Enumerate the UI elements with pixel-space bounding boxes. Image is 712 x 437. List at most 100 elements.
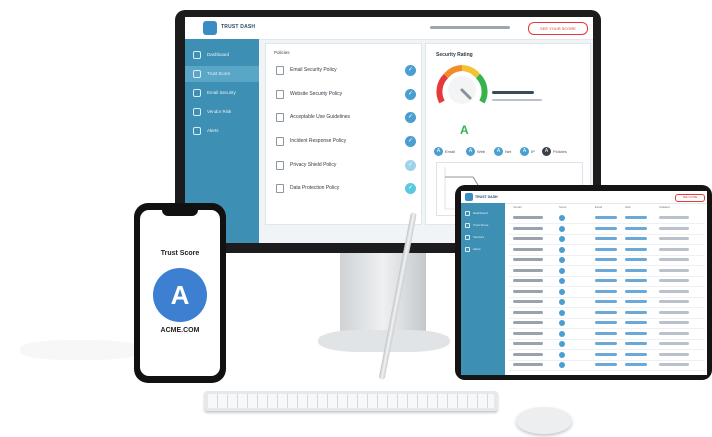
cell-value xyxy=(625,247,647,251)
cell-value xyxy=(659,226,689,230)
check-icon: ✓ xyxy=(405,183,416,194)
table-row[interactable] xyxy=(509,224,705,235)
policy-row[interactable]: Website Security Policy ✓ xyxy=(276,88,416,102)
score-icon xyxy=(559,341,565,347)
table-row[interactable] xyxy=(509,287,705,298)
cell-value xyxy=(595,226,617,230)
shield-icon xyxy=(193,70,201,78)
cell-value xyxy=(595,289,617,293)
see-score-button[interactable]: SEE YOUR SCORE xyxy=(528,22,588,35)
score-icon xyxy=(559,320,565,326)
score-icon xyxy=(559,351,565,358)
grade-badge: A xyxy=(542,147,551,156)
sidebar-item-label: Email Security xyxy=(207,90,236,95)
phone-grade-badge[interactable]: A xyxy=(153,268,207,322)
logo-icon xyxy=(203,21,217,35)
check-icon: ✓ xyxy=(405,112,416,123)
document-icon xyxy=(276,90,284,99)
policy-label: Acceptable Use Guidelines xyxy=(290,114,351,120)
building-icon xyxy=(193,108,201,116)
policies-card: Policies Email Security Policy ✓ Website … xyxy=(265,43,422,225)
sidebar-item-vendor-risk[interactable]: Vendor Risk xyxy=(185,104,259,120)
tablet-sidebar-item-vendors[interactable]: Vendors xyxy=(461,233,505,242)
document-icon xyxy=(276,161,284,170)
cell-value xyxy=(513,247,543,251)
policy-row[interactable]: Data Protection Policy ✓ xyxy=(276,182,416,196)
score-icon xyxy=(559,267,565,274)
tablet-sidebar: Dashboard Trust Score Vendors Alerts xyxy=(461,203,505,375)
table-row[interactable] xyxy=(509,255,705,266)
policy-row[interactable]: Incident Response Policy ✓ xyxy=(276,135,416,149)
policy-row[interactable]: Privacy Shield Policy ✓ xyxy=(276,159,416,173)
cell-value xyxy=(595,321,617,324)
cell-value xyxy=(595,216,617,219)
table-row[interactable] xyxy=(509,360,705,371)
policy-label: Website Security Policy xyxy=(290,91,343,97)
cell-value xyxy=(513,352,543,356)
tablet-score-button[interactable]: SEE SCORE xyxy=(675,194,705,202)
table-row[interactable] xyxy=(509,329,705,340)
policy-label: Data Protection Policy xyxy=(290,185,340,191)
sidebar-item-label: Dashboard xyxy=(207,52,230,57)
bell-icon xyxy=(465,247,470,252)
policy-row[interactable]: Email Security Policy ✓ xyxy=(276,64,416,78)
table-row[interactable] xyxy=(509,245,705,256)
sidebar-item-dashboard[interactable]: Dashboard xyxy=(185,47,259,63)
policy-label: Email Security Policy xyxy=(290,67,337,73)
policy-row[interactable]: Acceptable Use Guidelines ✓ xyxy=(276,111,416,125)
score-icon xyxy=(559,330,565,337)
rating-gauge xyxy=(436,65,488,104)
score-icon xyxy=(559,225,565,232)
check-icon: ✓ xyxy=(405,136,416,147)
tablet-sidebar-item-trust-score[interactable]: Trust Score xyxy=(461,221,505,230)
cell-value xyxy=(513,310,543,314)
phone-screen: Trust Score A ACME.COM xyxy=(140,210,220,376)
desk-reflection xyxy=(20,340,140,360)
document-icon xyxy=(276,113,284,122)
dashboard-icon xyxy=(465,211,470,216)
rating-summary xyxy=(492,91,534,94)
cell-value xyxy=(659,363,689,366)
table-row[interactable] xyxy=(509,266,705,277)
table-row[interactable] xyxy=(509,339,705,350)
grade-badge: A xyxy=(434,147,443,156)
cell-value xyxy=(595,310,617,314)
policy-label: Incident Response Policy xyxy=(290,138,347,144)
table-row[interactable] xyxy=(509,213,705,224)
cell-value xyxy=(625,342,647,345)
table-row[interactable] xyxy=(509,276,705,287)
tablet-app-name: TRUST DASH xyxy=(475,195,498,199)
sidebar-item-label: Alerts xyxy=(473,247,481,251)
cell-value xyxy=(513,268,543,272)
table-row[interactable] xyxy=(509,318,705,329)
cell-value xyxy=(595,352,617,356)
cell-value xyxy=(513,289,543,293)
cell-value xyxy=(625,258,647,261)
check-icon: ✓ xyxy=(405,65,416,76)
sidebar-item-email-security[interactable]: Email Security xyxy=(185,85,259,101)
cell-value xyxy=(625,216,647,219)
cell-value xyxy=(595,342,617,345)
cell-value xyxy=(659,247,689,251)
phone-notch xyxy=(162,209,198,216)
cell-value xyxy=(513,226,543,230)
policies-title: Policies xyxy=(274,50,290,55)
grade-badge: A xyxy=(520,147,529,156)
cell-value xyxy=(659,321,689,324)
tablet-sidebar-item-dashboard[interactable]: Dashboard xyxy=(461,209,505,218)
rating-grade: A xyxy=(460,123,469,137)
document-icon xyxy=(276,137,284,146)
cell-value xyxy=(659,310,689,314)
tablet-sidebar-item-alerts[interactable]: Alerts xyxy=(461,245,505,254)
policy-label: Privacy Shield Policy xyxy=(290,162,337,168)
sidebar-item-trust-score[interactable]: Trust Score xyxy=(185,66,259,82)
sidebar-item-alerts[interactable]: Alerts xyxy=(185,123,259,139)
table-row[interactable] xyxy=(509,234,705,245)
table-row[interactable] xyxy=(509,308,705,319)
table-row[interactable] xyxy=(509,297,705,308)
cell-value xyxy=(595,279,617,282)
shield-icon xyxy=(465,223,470,228)
cell-value xyxy=(625,279,647,282)
table-row[interactable] xyxy=(509,350,705,361)
cell-value xyxy=(625,237,647,240)
